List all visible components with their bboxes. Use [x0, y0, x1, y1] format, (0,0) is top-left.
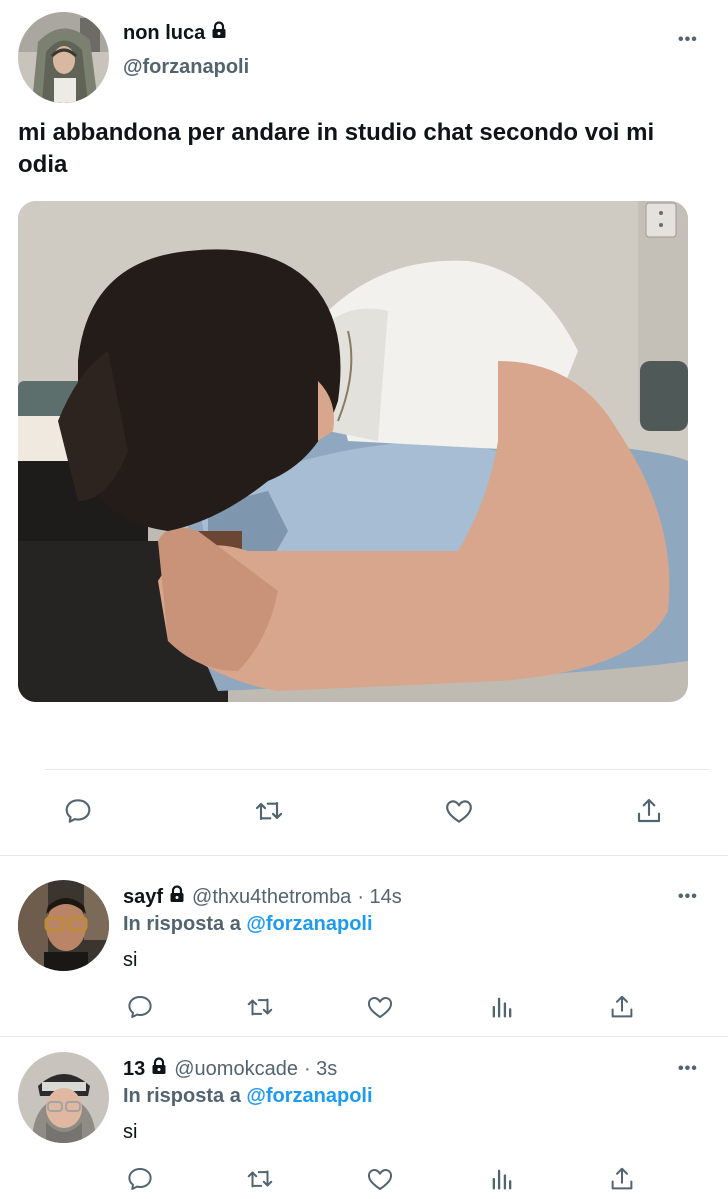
- tweet-text: mi abbandona per andare in studio chat s…: [18, 119, 655, 178]
- author-handle-row: @forzanapoli: [123, 56, 249, 79]
- lock-icon: [168, 885, 186, 909]
- avatar[interactable]: [18, 1052, 109, 1143]
- reply-context: In risposta a @forzanapoli: [123, 913, 373, 936]
- reply-icon[interactable]: [58, 793, 98, 829]
- share-icon[interactable]: [604, 1163, 640, 1195]
- lock-icon: [210, 21, 228, 45]
- more-options-icon[interactable]: •••: [678, 887, 698, 907]
- analytics-icon[interactable]: [484, 1163, 520, 1195]
- reply-mention[interactable]: @forzanapoli: [246, 1085, 372, 1107]
- author-name-row: non luca: [123, 21, 228, 45]
- reply-context: In risposta a @forzanapoli: [123, 1085, 373, 1108]
- avatar[interactable]: [18, 880, 109, 971]
- reply-tweet: 13 @uomokcade · 3s ••• In risposta a @fo…: [0, 1028, 728, 1199]
- more-options-icon[interactable]: •••: [678, 30, 698, 50]
- like-icon[interactable]: [439, 793, 479, 829]
- author-handle[interactable]: @thxu4thetromba: [192, 886, 351, 909]
- author-handle[interactable]: @forzanapoli: [123, 56, 249, 79]
- retweet-icon[interactable]: [249, 793, 289, 829]
- more-options-icon[interactable]: •••: [678, 1059, 698, 1079]
- tweet-photo[interactable]: [18, 201, 688, 702]
- main-tweet: non luca @forzanapoli ••• mi abbandona p…: [0, 0, 728, 855]
- reply-text: si: [123, 1121, 138, 1143]
- reply-mention[interactable]: @forzanapoli: [246, 913, 372, 935]
- reply-tweet: sayf @thxu4thetromba · 14s ••• In rispos…: [0, 856, 728, 1036]
- reply-text: si: [123, 949, 138, 971]
- analytics-icon[interactable]: [484, 991, 520, 1023]
- share-icon[interactable]: [604, 991, 640, 1023]
- like-icon[interactable]: [362, 1163, 398, 1195]
- retweet-icon[interactable]: [242, 991, 278, 1023]
- reply-icon[interactable]: [122, 991, 158, 1023]
- share-icon[interactable]: [629, 793, 669, 829]
- reply-icon[interactable]: [122, 1163, 158, 1195]
- timestamp[interactable]: · 3s: [304, 1058, 337, 1081]
- author-name-row: sayf @thxu4thetromba · 14s: [123, 885, 402, 909]
- avatar[interactable]: [18, 12, 109, 103]
- lock-icon: [150, 1057, 168, 1081]
- author-handle[interactable]: @uomokcade: [174, 1058, 298, 1081]
- author-name-row: 13 @uomokcade · 3s: [123, 1057, 337, 1081]
- like-icon[interactable]: [362, 991, 398, 1023]
- reply-prefix: In risposta a: [123, 913, 241, 935]
- author-name[interactable]: 13: [123, 1058, 145, 1081]
- author-name[interactable]: non luca: [123, 22, 205, 45]
- timestamp[interactable]: · 14s: [357, 886, 401, 909]
- divider: [45, 769, 710, 770]
- reply-prefix: In risposta a: [123, 1085, 241, 1107]
- retweet-icon[interactable]: [242, 1163, 278, 1195]
- author-name[interactable]: sayf: [123, 886, 163, 909]
